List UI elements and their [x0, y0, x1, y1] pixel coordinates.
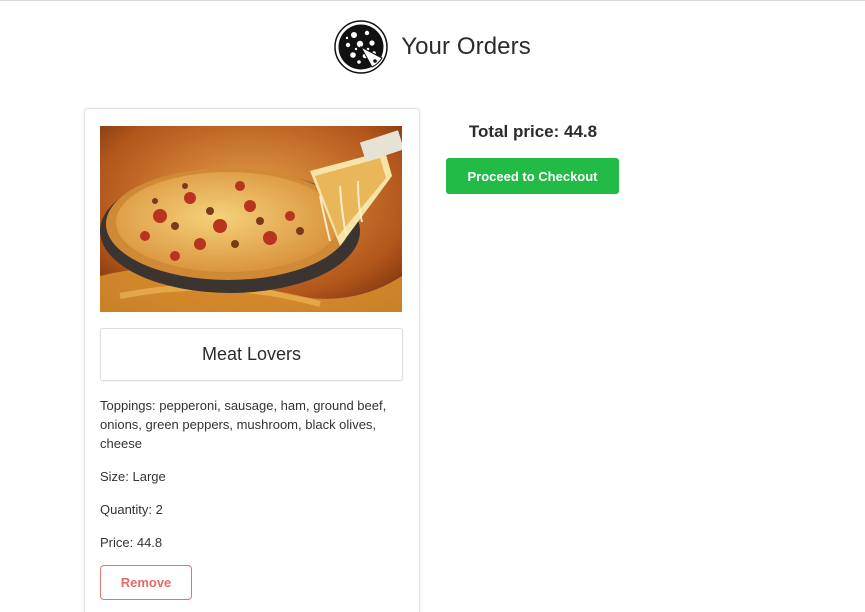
order-summary: Total price: 44.8 Proceed to Checkout: [446, 120, 620, 194]
quantity-text: Quantity: 2: [100, 502, 163, 517]
toppings-text: Toppings: pepperoni, sausage, ham, groun…: [100, 398, 387, 451]
pizza-name: Meat Lovers: [201, 344, 302, 364]
size-text: Size: Large: [100, 469, 166, 484]
price-text: Price: 44.8: [100, 535, 163, 550]
checkout-button[interactable]: Proceed to Checkout: [446, 158, 619, 194]
page-header: Your Orders: [0, 19, 865, 75]
orders-page: Your Orders Meat Lovers Toppings: pepper…: [0, 0, 865, 612]
pizza-name-box: Meat Lovers: [100, 328, 403, 381]
top-divider: [0, 0, 865, 1]
pizza-icon: [334, 20, 388, 74]
remove-button[interactable]: Remove: [100, 565, 192, 600]
total-price: Total price: 44.8: [468, 122, 598, 141]
order-card: Meat Lovers Toppings: pepperoni, sausage…: [84, 108, 420, 612]
page-title: Your Orders: [401, 33, 531, 60]
pizza-photo: [100, 126, 402, 312]
